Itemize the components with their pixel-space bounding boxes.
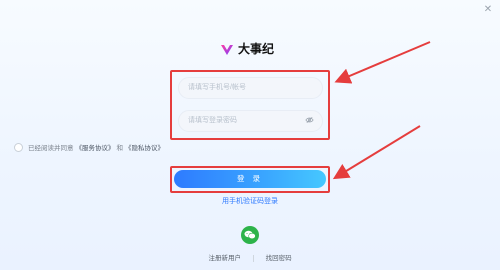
agreement-prefix: 已经阅读并同意 <box>28 145 74 152</box>
footer-divider <box>252 254 254 262</box>
phone-account-input[interactable]: 请填写手机号/帐号 <box>178 77 323 99</box>
annotation-arrow-login <box>332 125 421 180</box>
login-button[interactable]: 登 录 <box>174 170 326 188</box>
annotation-arrow-inputs <box>334 41 431 84</box>
phone-placeholder: 请填写手机号/帐号 <box>188 84 246 91</box>
agreement-and: 和 <box>116 145 124 152</box>
wechat-icon <box>244 230 256 239</box>
service-agreement-link[interactable]: 《服务协议》 <box>76 142 115 152</box>
wechat-login-button[interactable] <box>241 226 259 244</box>
login-window: ✕ 大事纪 请填写手机号/帐号 请填写登录密码 已经阅读并同意 《服务协议》 和… <box>0 0 500 270</box>
sms-login-link[interactable]: 用手机验证码登录 <box>0 196 500 206</box>
brand-logo: 大事纪 <box>220 40 274 57</box>
eye-off-icon[interactable] <box>305 116 314 124</box>
password-input[interactable]: 请填写登录密码 <box>178 110 323 132</box>
register-link[interactable]: 注册新用户 <box>208 255 241 262</box>
agreement-checkbox[interactable] <box>14 142 23 152</box>
password-placeholder: 请填写登录密码 <box>188 117 237 124</box>
brand-logo-icon <box>221 44 233 55</box>
forgot-password-link[interactable]: 找回密码 <box>266 255 292 262</box>
close-icon[interactable]: ✕ <box>482 4 494 16</box>
privacy-agreement-link[interactable]: 《隐私协议》 <box>125 142 164 152</box>
agreement-row: 已经阅读并同意 《服务协议》 和 《隐私协议》 <box>14 142 166 152</box>
footer-links: 注册新用户 找回密码 <box>0 252 500 262</box>
brand-name: 大事纪 <box>238 42 275 56</box>
